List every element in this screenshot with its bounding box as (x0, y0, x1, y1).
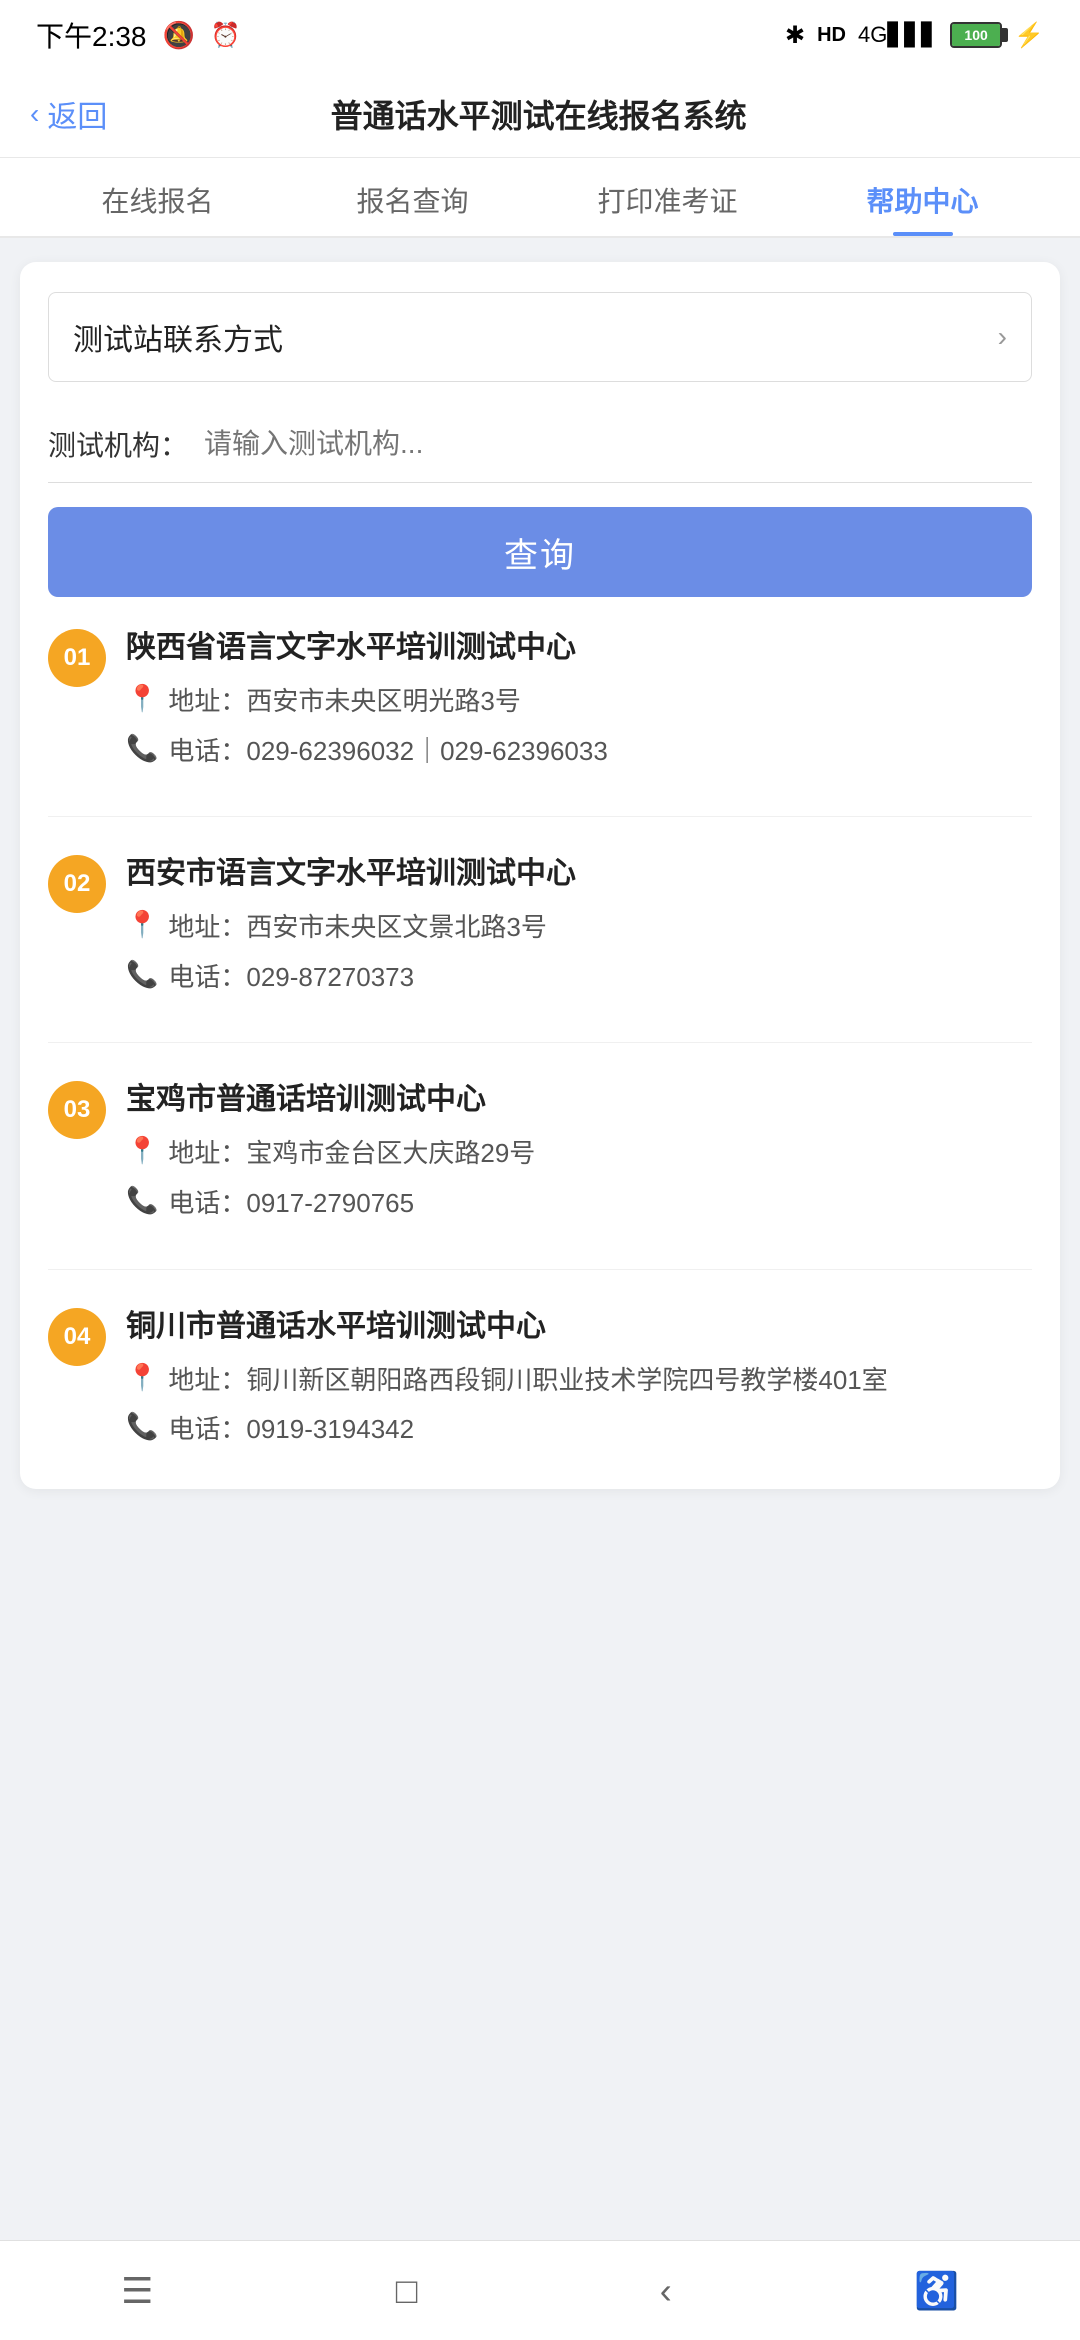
item-phone-2: 📞 电话：029-87270373 (126, 957, 1032, 999)
status-time: 下午2:38 🔕 ⏰ (36, 15, 241, 55)
item-name-1: 陕西省语言文字水平培训测试中心 (126, 627, 1032, 669)
tab-bar: 在线报名 报名查询 打印准考证 帮助中心 (0, 158, 1080, 238)
navigation-bar: ‹ 返回 普通话水平测试在线报名系统 (0, 70, 1080, 158)
status-icons: ✱ HD 4G▋▋▋ 100 ⚡ (785, 21, 1044, 50)
signal-icon: 4G▋▋▋ (858, 22, 938, 48)
tab-register[interactable]: 在线报名 (30, 180, 285, 236)
phone-icon-3: 📞 (126, 1185, 158, 1216)
list-item: 01 陕西省语言文字水平培训测试中心 📍 地址：西安市未央区明光路3号 📞 电话… (48, 627, 1032, 817)
item-address-2: 📍 地址：西安市未央区文景北路3号 (126, 907, 1032, 949)
location-icon-2: 📍 (126, 909, 158, 940)
list-item: 02 西安市语言文字水平培训测试中心 📍 地址：西安市未央区文景北路3号 📞 电… (48, 853, 1032, 1043)
item-phone-1: 📞 电话：029-62396032｜029-62396033 (126, 731, 1032, 773)
station-row-label: 测试站联系方式 (73, 315, 283, 359)
back-nav-button[interactable]: ‹ (630, 2260, 702, 2322)
item-content-3: 宝鸡市普通话培训测试中心 📍 地址：宝鸡市金台区大庆路29号 📞 电话：0917… (126, 1079, 1032, 1232)
alarm-icon: ⏰ (211, 21, 241, 50)
back-button[interactable]: ‹ 返回 (30, 92, 107, 136)
institution-input[interactable] (204, 428, 1032, 460)
item-name-3: 宝鸡市普通话培训测试中心 (126, 1079, 1032, 1121)
accessibility-button[interactable]: ♿ (884, 2260, 989, 2322)
item-address-1: 📍 地址：西安市未央区明光路3号 (126, 681, 1032, 723)
list-item: 04 铜川市普通话水平培训测试中心 📍 地址：铜川新区朝阳路西段铜川职业技术学院… (48, 1306, 1032, 1459)
location-icon-1: 📍 (126, 683, 158, 714)
item-content-2: 西安市语言文字水平培训测试中心 📍 地址：西安市未央区文景北路3号 📞 电话：0… (126, 853, 1032, 1006)
station-contact-row[interactable]: 测试站联系方式 › (48, 292, 1032, 382)
mute-icon: 🔕 (163, 20, 195, 51)
bluetooth-icon: ✱ (785, 21, 805, 50)
content-card: 测试站联系方式 › 测试机构： 查询 01 陕西省语言文字水平培训测试中心 📍 … (20, 262, 1060, 1489)
item-name-2: 西安市语言文字水平培训测试中心 (126, 853, 1032, 895)
item-badge-1: 01 (48, 629, 106, 687)
result-list: 01 陕西省语言文字水平培训测试中心 📍 地址：西安市未央区明光路3号 📞 电话… (48, 627, 1032, 1459)
location-icon-4: 📍 (126, 1362, 158, 1393)
item-badge-3: 03 (48, 1081, 106, 1139)
tab-print[interactable]: 打印准考证 (540, 180, 795, 236)
charge-icon: ⚡ (1014, 21, 1044, 50)
list-item: 03 宝鸡市普通话培训测试中心 📍 地址：宝鸡市金台区大庆路29号 📞 电话：0… (48, 1079, 1032, 1269)
back-label: 返回 (47, 92, 107, 136)
time-display: 下午2:38 (36, 15, 147, 55)
institution-label: 测试机构： (48, 424, 188, 464)
main-content: 测试站联系方式 › 测试机构： 查询 01 陕西省语言文字水平培训测试中心 📍 … (0, 238, 1080, 1513)
item-address-3: 📍 地址：宝鸡市金台区大庆路29号 (126, 1133, 1032, 1175)
home-button[interactable]: □ (366, 2260, 448, 2322)
tab-query[interactable]: 报名查询 (285, 180, 540, 236)
query-button[interactable]: 查询 (48, 507, 1032, 597)
item-address-4: 📍 地址：铜川新区朝阳路西段铜川职业技术学院四号教学楼401室 (126, 1360, 1032, 1402)
menu-button[interactable]: ☰ (91, 2260, 183, 2322)
institution-input-row: 测试机构： (48, 406, 1032, 483)
item-content-4: 铜川市普通话水平培训测试中心 📍 地址：铜川新区朝阳路西段铜川职业技术学院四号教… (126, 1306, 1032, 1459)
back-chevron-icon: ‹ (30, 98, 39, 130)
battery-icon: 100 (950, 22, 1002, 48)
battery-fill: 100 (952, 24, 1000, 46)
tab-help[interactable]: 帮助中心 (795, 180, 1050, 236)
item-badge-2: 02 (48, 855, 106, 913)
location-icon-3: 📍 (126, 1135, 158, 1166)
item-content-1: 陕西省语言文字水平培训测试中心 📍 地址：西安市未央区明光路3号 📞 电话：02… (126, 627, 1032, 780)
bottom-nav: ☰ □ ‹ ♿ (0, 2240, 1080, 2340)
item-phone-4: 📞 电话：0919-3194342 (126, 1409, 1032, 1451)
station-chevron-icon: › (998, 321, 1007, 353)
item-phone-3: 📞 电话：0917-2790765 (126, 1183, 1032, 1225)
page-title: 普通话水平测试在线报名系统 (107, 91, 970, 137)
phone-icon-4: 📞 (126, 1411, 158, 1442)
item-badge-4: 04 (48, 1308, 106, 1366)
phone-icon-2: 📞 (126, 959, 158, 990)
item-name-4: 铜川市普通话水平培训测试中心 (126, 1306, 1032, 1348)
hd-icon: HD (817, 24, 846, 47)
status-bar: 下午2:38 🔕 ⏰ ✱ HD 4G▋▋▋ 100 ⚡ (0, 0, 1080, 70)
phone-icon-1: 📞 (126, 733, 158, 764)
